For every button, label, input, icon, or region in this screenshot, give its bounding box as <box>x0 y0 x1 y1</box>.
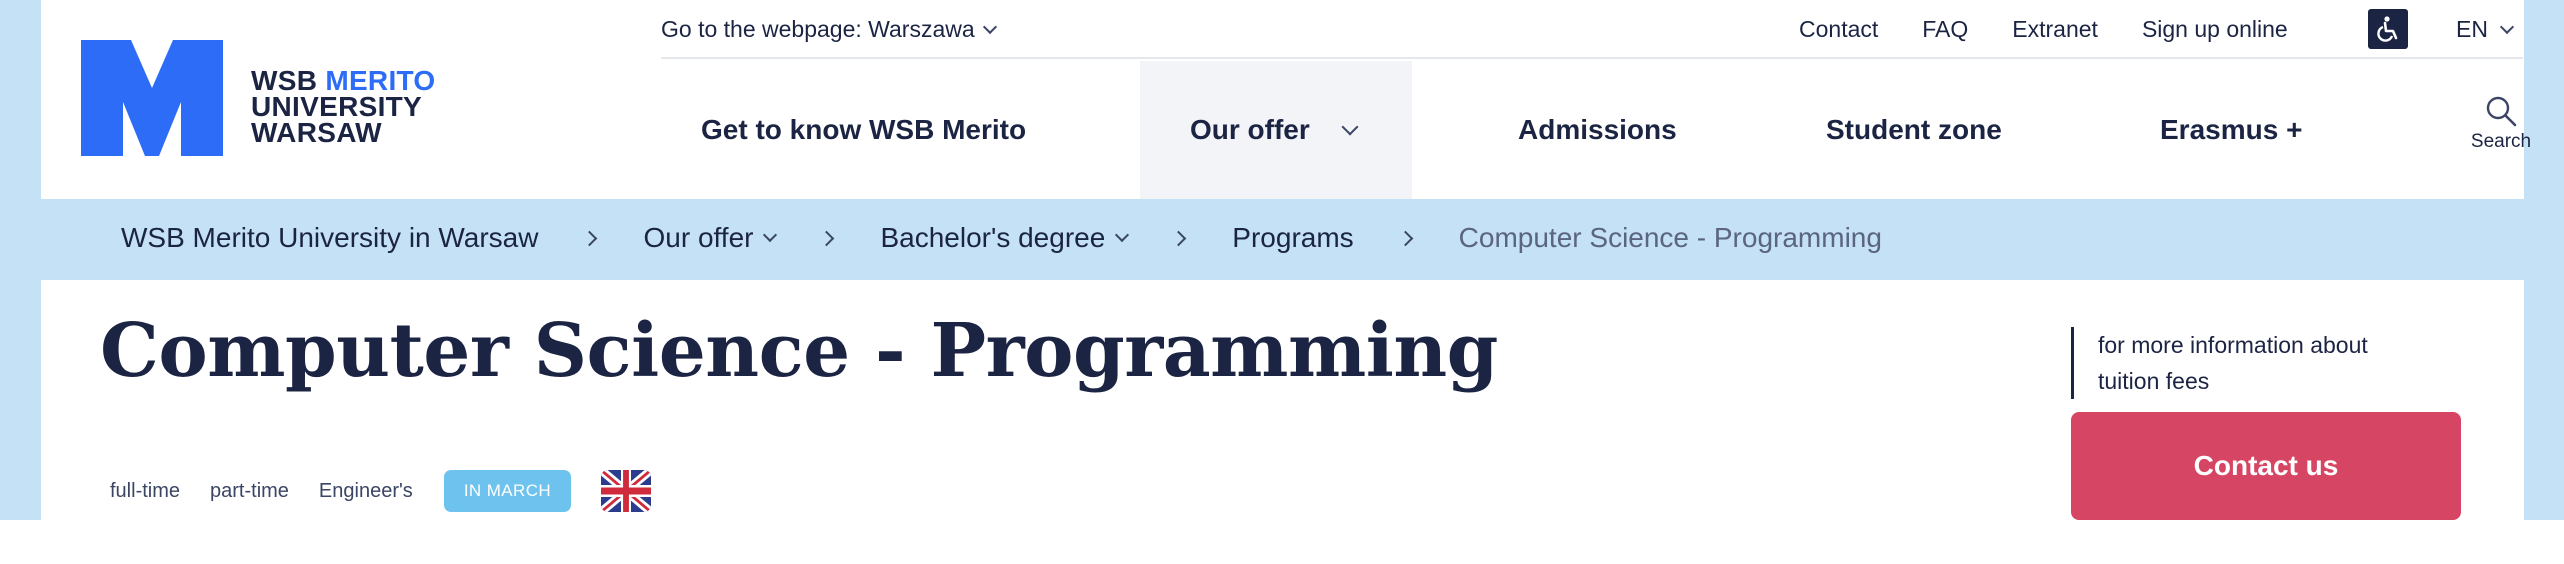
faq-link[interactable]: FAQ <box>1922 16 1968 43</box>
logo-wordmark: WSB MERITO UNIVERSITY WARSAW <box>251 67 436 148</box>
nav-label: Get to know WSB Merito <box>701 114 1027 145</box>
language-selector[interactable]: EN <box>2456 16 2515 43</box>
search-label: Search <box>2470 131 2532 152</box>
breadcrumb-home[interactable]: WSB Merito University in Warsaw <box>121 222 538 254</box>
tag-full-time: full-time <box>110 479 181 502</box>
breadcrumb-label: WSB Merito University in Warsaw <box>121 222 539 253</box>
tag-engineers: Engineer's <box>318 479 413 502</box>
nav-label: Erasmus + <box>2160 114 2303 145</box>
tuition-info-text: for more information about tuition fees <box>2071 327 2411 399</box>
logo-m-icon <box>81 40 223 156</box>
campus-selector[interactable]: Go to the webpage: Warszawa <box>661 16 997 43</box>
chevron-down-icon <box>1115 227 1130 243</box>
chevron-right-icon <box>819 230 835 246</box>
nav-label: Student zone <box>1826 114 2002 145</box>
chevron-right-icon <box>1397 230 1413 246</box>
wheelchair-icon <box>2377 16 2398 42</box>
chevron-down-icon <box>763 227 778 243</box>
nav-student-zone[interactable]: Student zone <box>1826 61 2002 199</box>
nav-our-offer[interactable]: Our offer <box>1140 61 1412 199</box>
main-navigation: Get to know WSB Merito Our offer Admissi… <box>661 61 2531 199</box>
top-utility-bar: Go to the webpage: Warszawa Contact FAQ … <box>661 0 2523 59</box>
chevron-right-icon <box>582 230 598 246</box>
nav-get-to-know[interactable]: Get to know WSB Merito <box>701 61 1026 199</box>
site-header: WSB MERITO UNIVERSITY WARSAW Go to the w… <box>41 0 2531 199</box>
search-icon <box>2486 96 2517 127</box>
campus-selector-label: Go to the webpage: Warszawa <box>661 16 975 42</box>
uk-flag-icon <box>601 470 652 512</box>
start-date-badge: IN MARCH <box>443 470 572 512</box>
breadcrumb-label: Computer Science - Programming <box>1458 222 1882 253</box>
chevron-down-icon <box>1341 118 1359 136</box>
nav-label: Our offer <box>1190 114 1310 145</box>
language-label: EN <box>2456 16 2488 42</box>
contact-us-button[interactable]: Contact us <box>2071 412 2461 520</box>
breadcrumb-bachelors-degree[interactable]: Bachelor's degree <box>880 222 1130 254</box>
program-header-card: Computer Science - Programming full-time… <box>41 280 2524 564</box>
breadcrumb-current: Computer Science - Programming <box>1459 222 1882 254</box>
page-title: Computer Science - Programming <box>100 308 1498 394</box>
logo-word-warsaw: WARSAW <box>251 117 382 148</box>
contact-link[interactable]: Contact <box>1799 16 1878 43</box>
extranet-link[interactable]: Extranet <box>2012 16 2098 43</box>
breadcrumb-programs[interactable]: Programs <box>1232 222 1353 254</box>
chevron-down-icon <box>982 19 997 34</box>
site-logo[interactable]: WSB MERITO UNIVERSITY WARSAW <box>81 40 501 160</box>
chevron-right-icon <box>1171 230 1187 246</box>
breadcrumb-label: Bachelor's degree <box>880 222 1106 253</box>
nav-erasmus[interactable]: Erasmus + <box>2160 61 2302 199</box>
utility-links: Contact FAQ Extranet Sign up online <box>1799 16 2332 43</box>
program-tags: full-time part-time Engineer's IN MARCH <box>110 470 652 512</box>
breadcrumb-label: Programs <box>1232 222 1354 253</box>
chevron-down-icon <box>2499 19 2515 34</box>
accessibility-button[interactable] <box>2368 9 2408 49</box>
breadcrumb-our-offer[interactable]: Our offer <box>643 222 778 254</box>
breadcrumb: WSB Merito University in Warsaw Our offe… <box>121 222 1882 254</box>
search-button[interactable]: Search <box>2461 93 2541 153</box>
sign-up-online-link[interactable]: Sign up online <box>2142 16 2288 43</box>
breadcrumb-label: Our offer <box>643 222 754 253</box>
tag-part-time: part-time <box>210 479 289 502</box>
nav-label: Admissions <box>1518 114 1677 145</box>
nav-admissions[interactable]: Admissions <box>1518 61 1677 199</box>
